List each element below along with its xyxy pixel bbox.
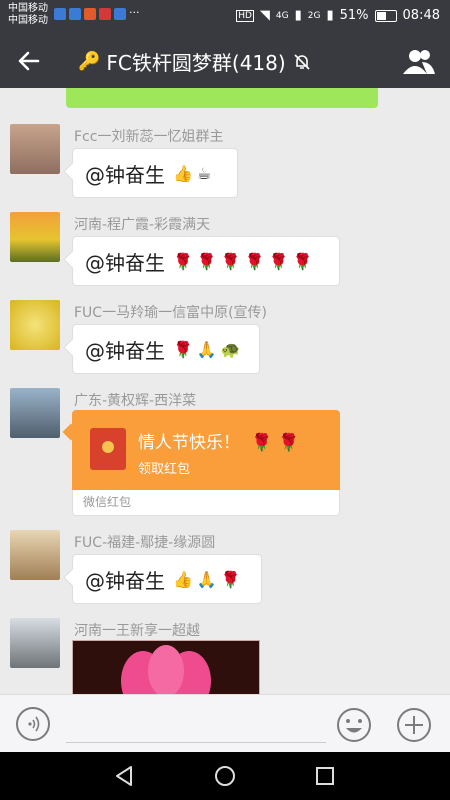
red-packet-footer: 微信红包 xyxy=(72,490,340,516)
avatar[interactable] xyxy=(10,124,60,174)
red-envelope-icon xyxy=(90,428,126,470)
sender-name: 河南一王新享一超越 xyxy=(74,623,200,639)
battery-percent: 51% xyxy=(339,8,369,23)
chat-header: 🔑 FC铁杆圆梦群(418) xyxy=(0,34,450,88)
app-icon xyxy=(69,8,81,20)
message-emoji: 🌹🙏🐢 xyxy=(173,339,245,359)
message-bubble[interactable]: @钟奋生 🌹🙏🐢 xyxy=(72,324,260,374)
avatar[interactable] xyxy=(10,388,60,438)
nav-home-icon[interactable] xyxy=(213,764,237,788)
group-members-icon[interactable] xyxy=(402,46,436,76)
status-right: HD ◥ 4G ▮ 2G ▮ 51% 08:48 xyxy=(236,8,440,23)
app-icon xyxy=(54,8,66,20)
nav-recents-icon[interactable] xyxy=(313,764,337,788)
sender-name: FUC-福建-鄢捷-缘源圆 xyxy=(74,535,216,551)
voice-icon xyxy=(28,716,40,732)
carrier-1: 中国移动 xyxy=(8,3,48,14)
message-bubble[interactable]: @钟奋生 👍🙏🌹 xyxy=(72,554,262,604)
back-arrow-icon[interactable] xyxy=(14,46,44,76)
sender-name: Fcc一刘新蕊一忆姐群主 xyxy=(74,129,224,145)
emoji-button-icon[interactable] xyxy=(336,707,372,743)
previous-message-bubble[interactable] xyxy=(66,88,378,108)
mute-bell-icon xyxy=(294,53,310,70)
sender-name: 河南-程广霞-彩霞满天 xyxy=(74,217,211,233)
voice-input-button[interactable] xyxy=(16,707,50,741)
message-text: @钟奋生 xyxy=(85,568,165,593)
avatar[interactable] xyxy=(10,618,60,668)
app-icon xyxy=(84,8,96,20)
message-emoji: 👍☕ xyxy=(173,163,216,183)
more-notifications: ··· xyxy=(129,6,140,19)
avatar[interactable] xyxy=(10,530,60,580)
plus-icon[interactable] xyxy=(396,707,432,743)
key-icon: 🔑 xyxy=(78,51,101,72)
app-icon xyxy=(114,8,126,20)
red-packet-card[interactable]: 情人节快乐！ 🌹 🌹 领取红包 微信红包 xyxy=(72,410,340,516)
signal-icon: ▮ xyxy=(326,8,334,23)
sender-name: 广东-黄权辉-西洋菜 xyxy=(74,393,197,409)
notification-icons: ··· xyxy=(54,6,140,20)
avatar[interactable] xyxy=(10,212,60,262)
network-2g: 2G xyxy=(307,10,321,21)
input-bar xyxy=(0,694,450,753)
message-bubble[interactable]: @钟奋生 🌹🌹🌹🌹🌹🌹 xyxy=(72,236,340,286)
carrier-2: 中国移动 xyxy=(8,15,48,26)
flower-image xyxy=(73,641,259,694)
group-name: FC铁杆圆梦群(418) xyxy=(106,51,286,75)
app-icon xyxy=(99,8,111,20)
message-emoji: 🌹🌹🌹🌹🌹🌹 xyxy=(173,251,317,271)
message-text: @钟奋生 xyxy=(85,162,165,187)
signal-icon: ▮ xyxy=(294,8,302,23)
chat-area[interactable]: Fcc一刘新蕊一忆姐群主 @钟奋生 👍☕ 河南-程广霞-彩霞满天 @钟奋生 🌹🌹… xyxy=(0,88,450,694)
red-packet-emoji: 🌹 🌹 xyxy=(251,433,300,453)
wifi-icon: ◥ xyxy=(259,8,270,23)
status-bar: 中国移动 中国移动 ··· HD ◥ 4G ▮ 2G ▮ 51% 08:48 xyxy=(0,0,450,34)
network-4g: 4G xyxy=(275,10,289,21)
message-text: @钟奋生 xyxy=(85,250,165,275)
red-packet-title: 情人节快乐！ 🌹 🌹 xyxy=(138,433,300,453)
message-text: @钟奋生 xyxy=(85,338,165,363)
carrier-label: 中国移动 中国移动 xyxy=(8,3,48,27)
hd-badge: HD xyxy=(236,9,254,22)
battery-icon xyxy=(374,9,397,22)
chat-title: 🔑 FC铁杆圆梦群(418) xyxy=(78,47,312,76)
message-bubble[interactable]: @钟奋生 👍☕ xyxy=(72,148,238,198)
message-emoji: 👍🙏🌹 xyxy=(173,569,245,589)
avatar[interactable] xyxy=(10,300,60,350)
nav-back-icon[interactable] xyxy=(112,764,136,788)
image-message[interactable] xyxy=(72,640,260,694)
clock: 08:48 xyxy=(402,8,440,23)
system-nav-bar xyxy=(0,752,450,800)
message-input[interactable] xyxy=(66,742,326,743)
red-packet-body[interactable]: 情人节快乐！ 🌹 🌹 领取红包 xyxy=(72,410,340,490)
sender-name: FUC一马羚瑜一信富中原(宣传) xyxy=(74,305,267,321)
red-packet-action: 领取红包 xyxy=(138,462,191,477)
